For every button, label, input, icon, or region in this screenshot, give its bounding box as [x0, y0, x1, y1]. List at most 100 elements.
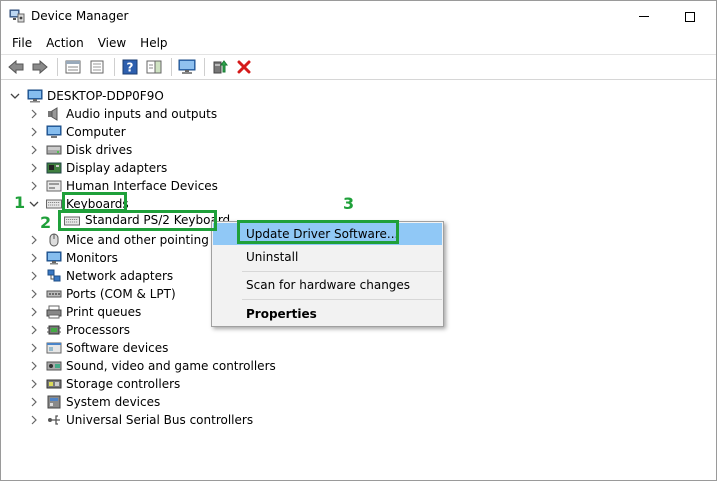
tree-item-label: Processors: [66, 323, 131, 337]
window-title: Device Manager: [31, 9, 129, 23]
chevron-right-icon[interactable]: [29, 109, 39, 119]
tree-item-system-devices[interactable]: System devices: [1, 393, 301, 411]
tree-item-label: Universal Serial Bus controllers: [66, 413, 254, 427]
context-separator: [242, 299, 442, 300]
scan-monitor-button[interactable]: [176, 56, 198, 78]
ports-icon: [46, 290, 62, 298]
computer-root-icon: [27, 89, 43, 103]
annotation-box-keyboards: [62, 192, 127, 212]
toolbar: ?: [1, 54, 716, 80]
tree-item-label: Storage controllers: [66, 377, 181, 391]
chevron-down-icon[interactable]: [29, 199, 39, 209]
chevron-right-icon[interactable]: [29, 253, 39, 263]
menu-action[interactable]: Action: [39, 33, 91, 53]
forward-icon: [32, 60, 48, 74]
title-bar: Device Manager: [1, 1, 716, 32]
display-adapters-icon: [46, 162, 62, 174]
properties-icon: [65, 60, 81, 74]
monitor-icon: [178, 59, 196, 74]
minimize-icon: [639, 16, 649, 17]
tree-item-disk-drives[interactable]: Disk drives: [1, 141, 301, 159]
tree-item-audio[interactable]: Audio inputs and outputs: [1, 105, 301, 123]
context-uninstall[interactable]: Uninstall: [213, 246, 442, 268]
annotation-step-2: 2: [40, 213, 52, 232]
update-driver-button[interactable]: [209, 56, 231, 78]
help-icon: ?: [122, 59, 138, 75]
chevron-right-icon[interactable]: [29, 145, 39, 155]
tree-item-hid[interactable]: Human Interface Devices: [1, 177, 301, 195]
annotation-box-keyboard-device: [58, 210, 217, 231]
chevron-right-icon[interactable]: [29, 361, 39, 371]
chevron-right-icon[interactable]: [29, 235, 39, 245]
chevron-right-icon[interactable]: [29, 307, 39, 317]
tree-item-label: Network adapters: [66, 269, 174, 283]
chevron-right-icon[interactable]: [29, 271, 39, 281]
tree-item-computer[interactable]: Computer: [1, 123, 301, 141]
chevron-right-icon[interactable]: [29, 181, 39, 191]
chevron-right-icon[interactable]: [29, 415, 39, 425]
computer-icon: [46, 125, 62, 138]
chevron-right-icon[interactable]: [29, 289, 39, 299]
storage-controllers-icon: [46, 379, 62, 389]
chevron-right-icon[interactable]: [29, 343, 39, 353]
back-button[interactable]: [5, 56, 27, 78]
audio-icon: [48, 107, 58, 121]
chevron-right-icon[interactable]: [29, 379, 39, 389]
action-pane-button[interactable]: [143, 56, 165, 78]
context-properties[interactable]: Properties: [213, 303, 442, 325]
tree-item-display-adapters[interactable]: Display adapters: [1, 159, 301, 177]
uninstall-icon: [237, 60, 251, 74]
computer-name: DESKTOP-DDP0F9O: [47, 89, 164, 103]
disk-drives-icon: [46, 145, 62, 155]
uninstall-button[interactable]: [233, 56, 255, 78]
tree-item-label: Ports (COM & LPT): [66, 287, 176, 301]
mice-icon: [49, 233, 59, 247]
network-adapters-icon: [47, 269, 61, 282]
tree-item-software-devices[interactable]: Software devices: [1, 339, 301, 357]
back-icon: [8, 60, 24, 74]
context-scan-hardware[interactable]: Scan for hardware changes: [213, 274, 442, 296]
minimize-button[interactable]: [621, 1, 667, 32]
tree-item-label: System devices: [66, 395, 161, 409]
monitors-icon: [46, 251, 62, 265]
hid-icon: [46, 180, 62, 192]
tree-item-label: Audio inputs and outputs: [66, 107, 218, 121]
menu-file[interactable]: File: [5, 33, 39, 53]
show-hide-button[interactable]: [86, 56, 108, 78]
chevron-right-icon[interactable]: [29, 127, 39, 137]
tree-item-label: Computer: [66, 125, 126, 139]
menu-view[interactable]: View: [91, 33, 133, 53]
chevron-right-icon[interactable]: [29, 163, 39, 173]
svg-text:?: ?: [127, 61, 134, 75]
properties-button[interactable]: [62, 56, 84, 78]
tree-root[interactable]: DESKTOP-DDP0F9O: [1, 87, 301, 105]
maximize-button[interactable]: [667, 1, 713, 32]
tree-item-label: Monitors: [66, 251, 118, 265]
tree-item-storage-controllers[interactable]: Storage controllers: [1, 375, 301, 393]
show-hide-icon: [90, 60, 104, 74]
tree-item-usb-controllers[interactable]: Universal Serial Bus controllers: [1, 411, 301, 429]
forward-button[interactable]: [29, 56, 51, 78]
chevron-right-icon[interactable]: [29, 397, 39, 407]
chevron-down-icon[interactable]: [10, 91, 20, 101]
tree-item-label: Print queues: [66, 305, 142, 319]
software-devices-icon: [46, 342, 62, 354]
help-button[interactable]: ?: [119, 56, 141, 78]
keyboards-icon: [46, 199, 62, 209]
tree-item-label: Display adapters: [66, 161, 168, 175]
tree-item-sound-video[interactable]: Sound, video and game controllers: [1, 357, 301, 375]
maximize-icon: [685, 11, 695, 22]
tree-item-label: Disk drives: [66, 143, 133, 157]
chevron-right-icon[interactable]: [29, 325, 39, 335]
annotation-step-1: 1: [14, 193, 26, 212]
toolbar-separator: [114, 58, 115, 76]
toolbar-separator: [204, 58, 205, 76]
menu-help[interactable]: Help: [133, 33, 174, 53]
menu-bar: File Action View Help: [1, 32, 716, 53]
device-manager-window: Device Manager File Action View Help ? D…: [0, 0, 717, 481]
print-queues-icon: [46, 305, 62, 319]
toolbar-separator: [57, 58, 58, 76]
update-driver-icon: [213, 60, 228, 74]
annotation-box-update-driver: [237, 220, 399, 244]
action-pane-icon: [146, 60, 162, 74]
